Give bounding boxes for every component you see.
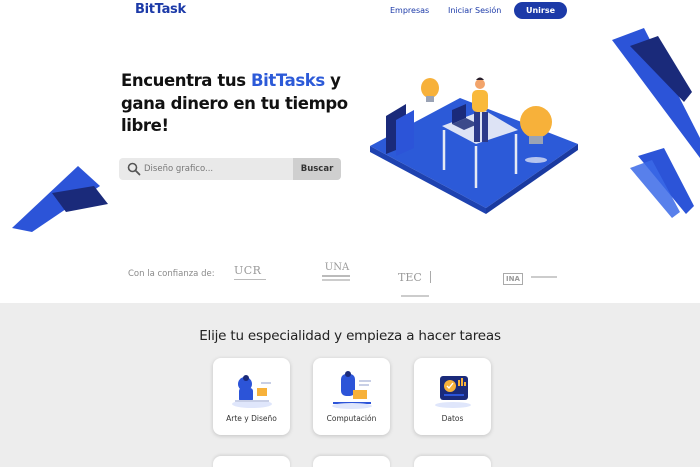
search-button[interactable]: Buscar: [293, 158, 341, 180]
specialty-card-label: Datos: [441, 414, 464, 423]
top-nav: BitTask Empresas Iniciar Sesión Unirse: [0, 0, 700, 24]
ina-logo-text: INA: [503, 273, 523, 285]
headline-accent: BitTasks: [251, 71, 325, 90]
una-logo-text: UNA: [324, 262, 350, 273]
headline-part-1: Encuentra tus: [121, 71, 251, 90]
nav-link-empresas[interactable]: Empresas: [390, 6, 429, 15]
specialty-card-partial[interactable]: [313, 456, 390, 467]
specialty-card-data[interactable]: Datos: [414, 358, 491, 435]
bittask-logo[interactable]: BitTask: [135, 2, 186, 17]
specialty-card-partial[interactable]: [414, 456, 491, 467]
specialties-section: Elije tu especialidad y empieza a hacer …: [0, 303, 700, 467]
left-decoration-shape: [12, 166, 108, 232]
nav-link-login[interactable]: Iniciar Sesión: [448, 6, 501, 15]
join-button[interactable]: Unirse: [514, 2, 567, 19]
search-bar: Buscar: [119, 158, 341, 180]
specialty-card-partial[interactable]: [213, 456, 290, 467]
ucr-logo: UCR: [234, 264, 270, 286]
data-illustration-icon: [435, 376, 471, 408]
specialty-card-computing[interactable]: Computación: [313, 358, 390, 435]
art-design-illustration-icon: [232, 375, 272, 408]
una-logo: UNA: [322, 262, 352, 288]
specialty-card-label: Arte y Diseño: [226, 414, 277, 423]
right-decoration-shape: [612, 28, 700, 218]
specialty-card-label: Computación: [326, 414, 377, 423]
ina-logo: INA: [503, 266, 565, 285]
trust-label: Con la confianza de:: [128, 269, 215, 279]
search-icon: [127, 162, 141, 176]
tec-logo: TEC: [398, 266, 458, 297]
tec-logo-text: TEC: [398, 271, 422, 284]
computing-illustration-icon: [332, 371, 372, 409]
hero-headline: Encuentra tus BitTasks y gana dinero en …: [121, 70, 361, 138]
specialty-card-art[interactable]: Arte y Diseño: [213, 358, 290, 435]
specialties-title: Elije tu especialidad y empieza a hacer …: [199, 328, 501, 344]
hero-isometric-illustration: [370, 77, 578, 214]
ucr-logo-text: UCR: [234, 264, 262, 277]
search-input[interactable]: [144, 158, 314, 180]
